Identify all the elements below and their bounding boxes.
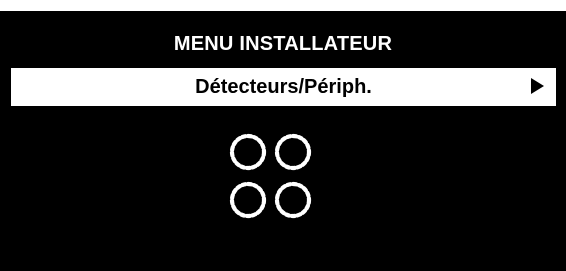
right-triangle-icon	[531, 78, 544, 94]
menu-item-label: Détecteurs/Périph.	[195, 76, 372, 98]
display-screen: MENU INSTALLATEUR Détecteurs/Périph.	[0, 11, 566, 271]
loading-spinner-icon	[229, 133, 312, 219]
spinner-ring-bottom-right	[274, 181, 312, 219]
spinner-ring-top-right	[274, 133, 312, 171]
spinner-ring-top-left	[229, 133, 267, 171]
menu-title: MENU INSTALLATEUR	[173, 33, 393, 55]
spinner-ring-bottom-left	[229, 181, 267, 219]
menu-item-detecteurs[interactable]: Détecteurs/Périph.	[11, 68, 556, 106]
